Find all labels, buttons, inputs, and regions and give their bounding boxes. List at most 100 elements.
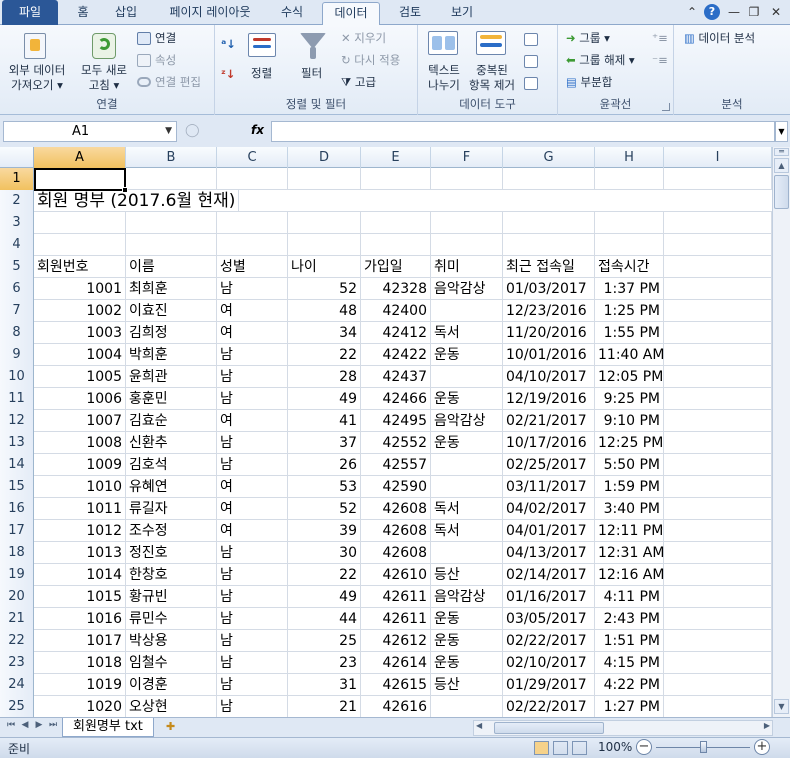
column-header-g[interactable]: G (503, 147, 595, 168)
cell-i13[interactable] (664, 432, 772, 454)
scroll-left-icon[interactable]: ◀ (476, 721, 482, 730)
show-detail-icon[interactable]: ⁺≡ (652, 31, 668, 46)
horizontal-scrollbar[interactable]: ◀ ▶ (473, 720, 773, 736)
cell-d9[interactable]: 22 (288, 344, 361, 366)
cell-e6[interactable]: 42328 (361, 278, 431, 300)
cell-b7[interactable]: 이효진 (126, 300, 217, 322)
column-header-d[interactable]: D (288, 147, 361, 168)
filter-button[interactable]: 필터 (301, 66, 322, 81)
cell-i7[interactable] (664, 300, 772, 322)
cell-g8[interactable]: 11/20/2016 (503, 322, 595, 344)
column-header-b[interactable]: B (126, 147, 217, 168)
new-sheet-icon[interactable]: ✚ (166, 720, 184, 735)
cell-a20[interactable]: 1015 (34, 586, 126, 608)
cell-f16[interactable]: 독서 (431, 498, 503, 520)
cell-i25[interactable] (664, 696, 772, 717)
cell-f25[interactable] (431, 696, 503, 717)
cell-e16[interactable]: 42608 (361, 498, 431, 520)
column-header-c[interactable]: C (217, 147, 288, 168)
cell-f18[interactable] (431, 542, 503, 564)
cell-i3[interactable] (664, 212, 772, 234)
cell-h22[interactable]: 1:51 PM (595, 630, 664, 652)
cell-d16[interactable]: 52 (288, 498, 361, 520)
cell-a16[interactable]: 1011 (34, 498, 126, 520)
cell-i16[interactable] (664, 498, 772, 520)
cell-e15[interactable]: 42590 (361, 476, 431, 498)
row-header-14[interactable]: 14 (0, 454, 34, 476)
cell-c16[interactable]: 여 (217, 498, 288, 520)
cell-e13[interactable]: 42552 (361, 432, 431, 454)
row-header-15[interactable]: 15 (0, 476, 34, 498)
cell-h24[interactable]: 4:22 PM (595, 674, 664, 696)
cell-d14[interactable]: 26 (288, 454, 361, 476)
cell-i5[interactable] (664, 256, 772, 278)
cell-c8[interactable]: 여 (217, 322, 288, 344)
cell-f15[interactable] (431, 476, 503, 498)
name-box-dropdown-icon[interactable]: ▼ (165, 122, 172, 141)
cell-g2[interactable] (503, 190, 595, 212)
row-header-5[interactable]: 5 (0, 256, 34, 278)
cell-a3[interactable] (34, 212, 126, 234)
cell-a10[interactable]: 1005 (34, 366, 126, 388)
vertical-scroll-thumb[interactable] (774, 175, 789, 209)
cell-e2[interactable] (361, 190, 431, 212)
row-header-9[interactable]: 9 (0, 344, 34, 366)
group-button[interactable]: ➜ 그룹 ▾ (566, 31, 610, 46)
cell-c23[interactable]: 남 (217, 652, 288, 674)
cell-g9[interactable]: 10/01/2016 (503, 344, 595, 366)
clear-filter-button[interactable]: ✕ 지우기 (341, 31, 386, 46)
row-header-3[interactable]: 3 (0, 212, 34, 234)
cell-a2[interactable]: 회원 명부 (2017.6월 현재) (34, 190, 240, 212)
formula-input[interactable] (271, 121, 775, 142)
normal-view-icon[interactable] (534, 741, 549, 755)
cell-d11[interactable]: 49 (288, 388, 361, 410)
cell-b12[interactable]: 김효순 (126, 410, 217, 432)
cell-b18[interactable]: 정진호 (126, 542, 217, 564)
cell-e25[interactable]: 42616 (361, 696, 431, 717)
cell-g20[interactable]: 01/16/2017 (503, 586, 595, 608)
cell-d3[interactable] (288, 212, 361, 234)
cell-d8[interactable]: 34 (288, 322, 361, 344)
cell-c9[interactable]: 남 (217, 344, 288, 366)
cell-b11[interactable]: 홍훈민 (126, 388, 217, 410)
cell-b4[interactable] (126, 234, 217, 256)
help-icon[interactable]: ? (704, 4, 720, 20)
cell-b15[interactable]: 유혜연 (126, 476, 217, 498)
cell-d10[interactable]: 28 (288, 366, 361, 388)
row-header-25[interactable]: 25 (0, 696, 34, 717)
cell-i19[interactable] (664, 564, 772, 586)
cell-a25[interactable]: 1020 (34, 696, 126, 717)
cell-f8[interactable]: 독서 (431, 322, 503, 344)
sort-button[interactable]: 정렬 (251, 66, 272, 81)
cell-i12[interactable] (664, 410, 772, 432)
cell-a15[interactable]: 1010 (34, 476, 126, 498)
cell-i24[interactable] (664, 674, 772, 696)
cell-f10[interactable] (431, 366, 503, 388)
tab-page-layout[interactable]: 페이지 레이아웃 (156, 2, 264, 25)
cell-b1[interactable] (126, 168, 217, 190)
cell-a22[interactable]: 1017 (34, 630, 126, 652)
cell-a23[interactable]: 1018 (34, 652, 126, 674)
cell-b20[interactable]: 황규빈 (126, 586, 217, 608)
cell-d19[interactable]: 22 (288, 564, 361, 586)
cell-i1[interactable] (664, 168, 772, 190)
row-header-7[interactable]: 7 (0, 300, 34, 322)
next-sheet-icon[interactable]: ▶ (34, 720, 44, 730)
cell-h23[interactable]: 4:15 PM (595, 652, 664, 674)
cell-e9[interactable]: 42422 (361, 344, 431, 366)
text-to-columns-button[interactable]: 텍스트 나누기 (424, 63, 464, 93)
ungroup-button[interactable]: ⬅ 그룹 해제 ▾ (566, 53, 635, 68)
cell-c4[interactable] (217, 234, 288, 256)
worksheet-grid[interactable]: ABCDEFGHI 1 2 회원 명부 (2017.6월 현재) 3 4 5 회원번호 이름 성… (0, 147, 772, 717)
row-header-16[interactable]: 16 (0, 498, 34, 520)
cell-a13[interactable]: 1008 (34, 432, 126, 454)
row-header-10[interactable]: 10 (0, 366, 34, 388)
cell-h9[interactable]: 11:40 AM (595, 344, 664, 366)
cell-d15[interactable]: 53 (288, 476, 361, 498)
cell-g15[interactable]: 03/11/2017 (503, 476, 595, 498)
cell-d7[interactable]: 48 (288, 300, 361, 322)
column-header-h[interactable]: H (595, 147, 664, 168)
expand-formula-bar-icon[interactable]: ▼ (775, 121, 788, 142)
cell-d1[interactable] (288, 168, 361, 190)
first-sheet-icon[interactable]: ⏮ (6, 720, 16, 730)
